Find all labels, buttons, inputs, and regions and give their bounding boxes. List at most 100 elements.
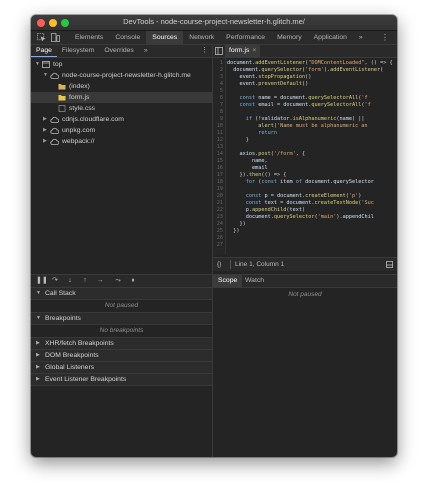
code-line[interactable]: 26 bbox=[213, 235, 397, 242]
line-number[interactable]: 20 bbox=[213, 193, 223, 200]
code-line[interactable]: 25 }) bbox=[213, 228, 397, 235]
line-number[interactable]: 7 bbox=[213, 102, 223, 109]
code-line[interactable]: 18 for (const item of document.querySele… bbox=[213, 179, 397, 186]
more-subtabs-button[interactable]: » bbox=[139, 45, 153, 57]
code-line[interactable]: 12 } bbox=[213, 137, 397, 144]
line-number[interactable]: 12 bbox=[213, 137, 223, 144]
code-line[interactable]: 19 bbox=[213, 186, 397, 193]
line-number[interactable]: 4 bbox=[213, 81, 223, 88]
code-line[interactable]: 2 document.querySelector('form').addEven… bbox=[213, 67, 397, 74]
section-event-listener-breakpoints[interactable]: ▶ Event Listener Breakpoints bbox=[31, 374, 212, 386]
tab-application[interactable]: Application bbox=[308, 31, 353, 44]
toggle-debugger-sidebar-icon[interactable] bbox=[386, 261, 393, 268]
code-line[interactable]: 24 }) bbox=[213, 221, 397, 228]
tree-item-style-css[interactable]: style.css bbox=[31, 103, 212, 114]
line-number[interactable]: 10 bbox=[213, 123, 223, 130]
tree-item-top[interactable]: ▼ top bbox=[31, 59, 212, 70]
line-number[interactable]: 14 bbox=[213, 151, 223, 158]
line-number[interactable]: 15 bbox=[213, 158, 223, 165]
tab-memory[interactable]: Memory bbox=[271, 31, 308, 44]
step-out-icon[interactable]: ↑ bbox=[81, 277, 89, 285]
tab-sources[interactable]: Sources bbox=[146, 31, 184, 44]
close-tab-icon[interactable]: × bbox=[252, 47, 256, 54]
line-number[interactable]: 19 bbox=[213, 186, 223, 193]
code-line[interactable]: 14 axios.post('/form', { bbox=[213, 151, 397, 158]
code-editor[interactable]: 1 document.addEventListener("DOMContentLo… bbox=[213, 58, 397, 254]
line-number[interactable]: 11 bbox=[213, 130, 223, 137]
line-number[interactable]: 26 bbox=[213, 235, 223, 242]
line-number[interactable]: 3 bbox=[213, 74, 223, 81]
code-line[interactable]: 23 document.querySelector('main').append… bbox=[213, 214, 397, 221]
line-number[interactable]: 21 bbox=[213, 200, 223, 207]
code-line[interactable]: 13 bbox=[213, 144, 397, 151]
step-icon[interactable]: → bbox=[96, 277, 104, 285]
tab-console[interactable]: Console bbox=[109, 31, 146, 44]
line-number[interactable]: 17 bbox=[213, 172, 223, 179]
code-line[interactable]: 3 event.stopPropagation() bbox=[213, 74, 397, 81]
tree-item-origin[interactable]: ▼ node-course-project-newsletter-h.glitc… bbox=[31, 70, 212, 81]
device-toolbar-icon[interactable] bbox=[51, 33, 60, 42]
code-line[interactable]: 5 bbox=[213, 88, 397, 95]
code-line[interactable]: 27 bbox=[213, 242, 397, 249]
line-number[interactable]: 27 bbox=[213, 242, 223, 249]
line-number[interactable]: 2 bbox=[213, 67, 223, 74]
tab-network[interactable]: Network bbox=[183, 31, 220, 44]
pause-icon[interactable]: ❚❚ bbox=[36, 277, 48, 285]
tab-watch[interactable]: Watch bbox=[240, 275, 269, 287]
line-number[interactable]: 23 bbox=[213, 214, 223, 221]
tree-item-cdnjs[interactable]: ▶ cdnjs.cloudflare.com bbox=[31, 114, 212, 125]
settings-menu-button[interactable]: ⋮ bbox=[381, 31, 389, 44]
code-line[interactable]: 16 email bbox=[213, 165, 397, 172]
code-line[interactable]: 1 document.addEventListener("DOMContentLo… bbox=[213, 60, 397, 67]
code-line[interactable]: 7 const email = document.querySelectorAl… bbox=[213, 102, 397, 109]
line-number[interactable]: 5 bbox=[213, 88, 223, 95]
pretty-print-button[interactable]: {} bbox=[217, 258, 221, 271]
step-into-icon[interactable]: ↓ bbox=[66, 277, 74, 285]
section-global-listeners[interactable]: ▶ Global Listeners bbox=[31, 362, 212, 374]
tab-performance[interactable]: Performance bbox=[220, 31, 271, 44]
toggle-navigator-icon[interactable] bbox=[215, 47, 223, 55]
tab-elements[interactable]: Elements bbox=[69, 31, 109, 44]
tree-item-form-js[interactable]: form.js bbox=[31, 92, 212, 103]
code-line[interactable]: 4 event.preventDefault() bbox=[213, 81, 397, 88]
line-number[interactable]: 16 bbox=[213, 165, 223, 172]
section-dom-breakpoints[interactable]: ▶ DOM Breakpoints bbox=[31, 350, 212, 362]
section-breakpoints[interactable]: ▼ Breakpoints bbox=[31, 313, 212, 325]
line-number[interactable]: 25 bbox=[213, 228, 223, 235]
code-line[interactable]: 20 const p = document.createElement('p') bbox=[213, 193, 397, 200]
subtab-filesystem[interactable]: Filesystem bbox=[57, 45, 99, 57]
pause-on-exceptions-icon[interactable]: ⏸ bbox=[129, 277, 137, 285]
line-number[interactable]: 24 bbox=[213, 221, 223, 228]
tree-item-webpack[interactable]: ▶ webpack:// bbox=[31, 136, 212, 147]
code-line[interactable]: 15 name, bbox=[213, 158, 397, 165]
more-tabs-button[interactable]: » bbox=[353, 31, 369, 44]
code-line[interactable]: 22 p.appendChild(text) bbox=[213, 207, 397, 214]
section-xhr-breakpoints[interactable]: ▶ XHR/fetch Breakpoints bbox=[31, 338, 212, 350]
code-line[interactable]: 21 const text = document.createTextNode(… bbox=[213, 200, 397, 207]
code-line[interactable]: 11 return bbox=[213, 130, 397, 137]
subtab-page[interactable]: Page bbox=[31, 45, 57, 57]
line-number[interactable]: 13 bbox=[213, 144, 223, 151]
code-line[interactable]: 9 if (!validator.isAlphanumeric(name) || bbox=[213, 116, 397, 123]
code-line[interactable]: 10 alert('Name must be alphanumeric an bbox=[213, 123, 397, 130]
subtab-overrides[interactable]: Overrides bbox=[99, 45, 138, 57]
code-line[interactable]: 6 const name = document.querySelectorAll… bbox=[213, 95, 397, 102]
editor-tab-form-js[interactable]: form.js × bbox=[225, 45, 261, 57]
navigator-menu-button[interactable]: ⋮ bbox=[201, 45, 208, 57]
inspect-element-icon[interactable] bbox=[37, 33, 46, 42]
step-over-icon[interactable]: ↷ bbox=[51, 277, 59, 285]
line-number[interactable]: 8 bbox=[213, 109, 223, 116]
debugger-split[interactable] bbox=[212, 275, 213, 457]
line-number[interactable]: 1 bbox=[213, 60, 223, 67]
deactivate-breakpoints-icon[interactable]: ⤳ bbox=[114, 277, 122, 285]
line-number[interactable]: 6 bbox=[213, 95, 223, 102]
section-call-stack[interactable]: ▼ Call Stack bbox=[31, 288, 212, 300]
code-line[interactable]: 8 bbox=[213, 109, 397, 116]
code-line[interactable]: 17 }).then(() => { bbox=[213, 172, 397, 179]
tree-item-unpkg[interactable]: ▶ unpkg.com bbox=[31, 125, 212, 136]
line-number[interactable]: 9 bbox=[213, 116, 223, 123]
tab-scope[interactable]: Scope bbox=[213, 275, 243, 287]
tree-item-index[interactable]: (index) bbox=[31, 81, 212, 92]
line-number[interactable]: 22 bbox=[213, 207, 223, 214]
line-number[interactable]: 18 bbox=[213, 179, 223, 186]
